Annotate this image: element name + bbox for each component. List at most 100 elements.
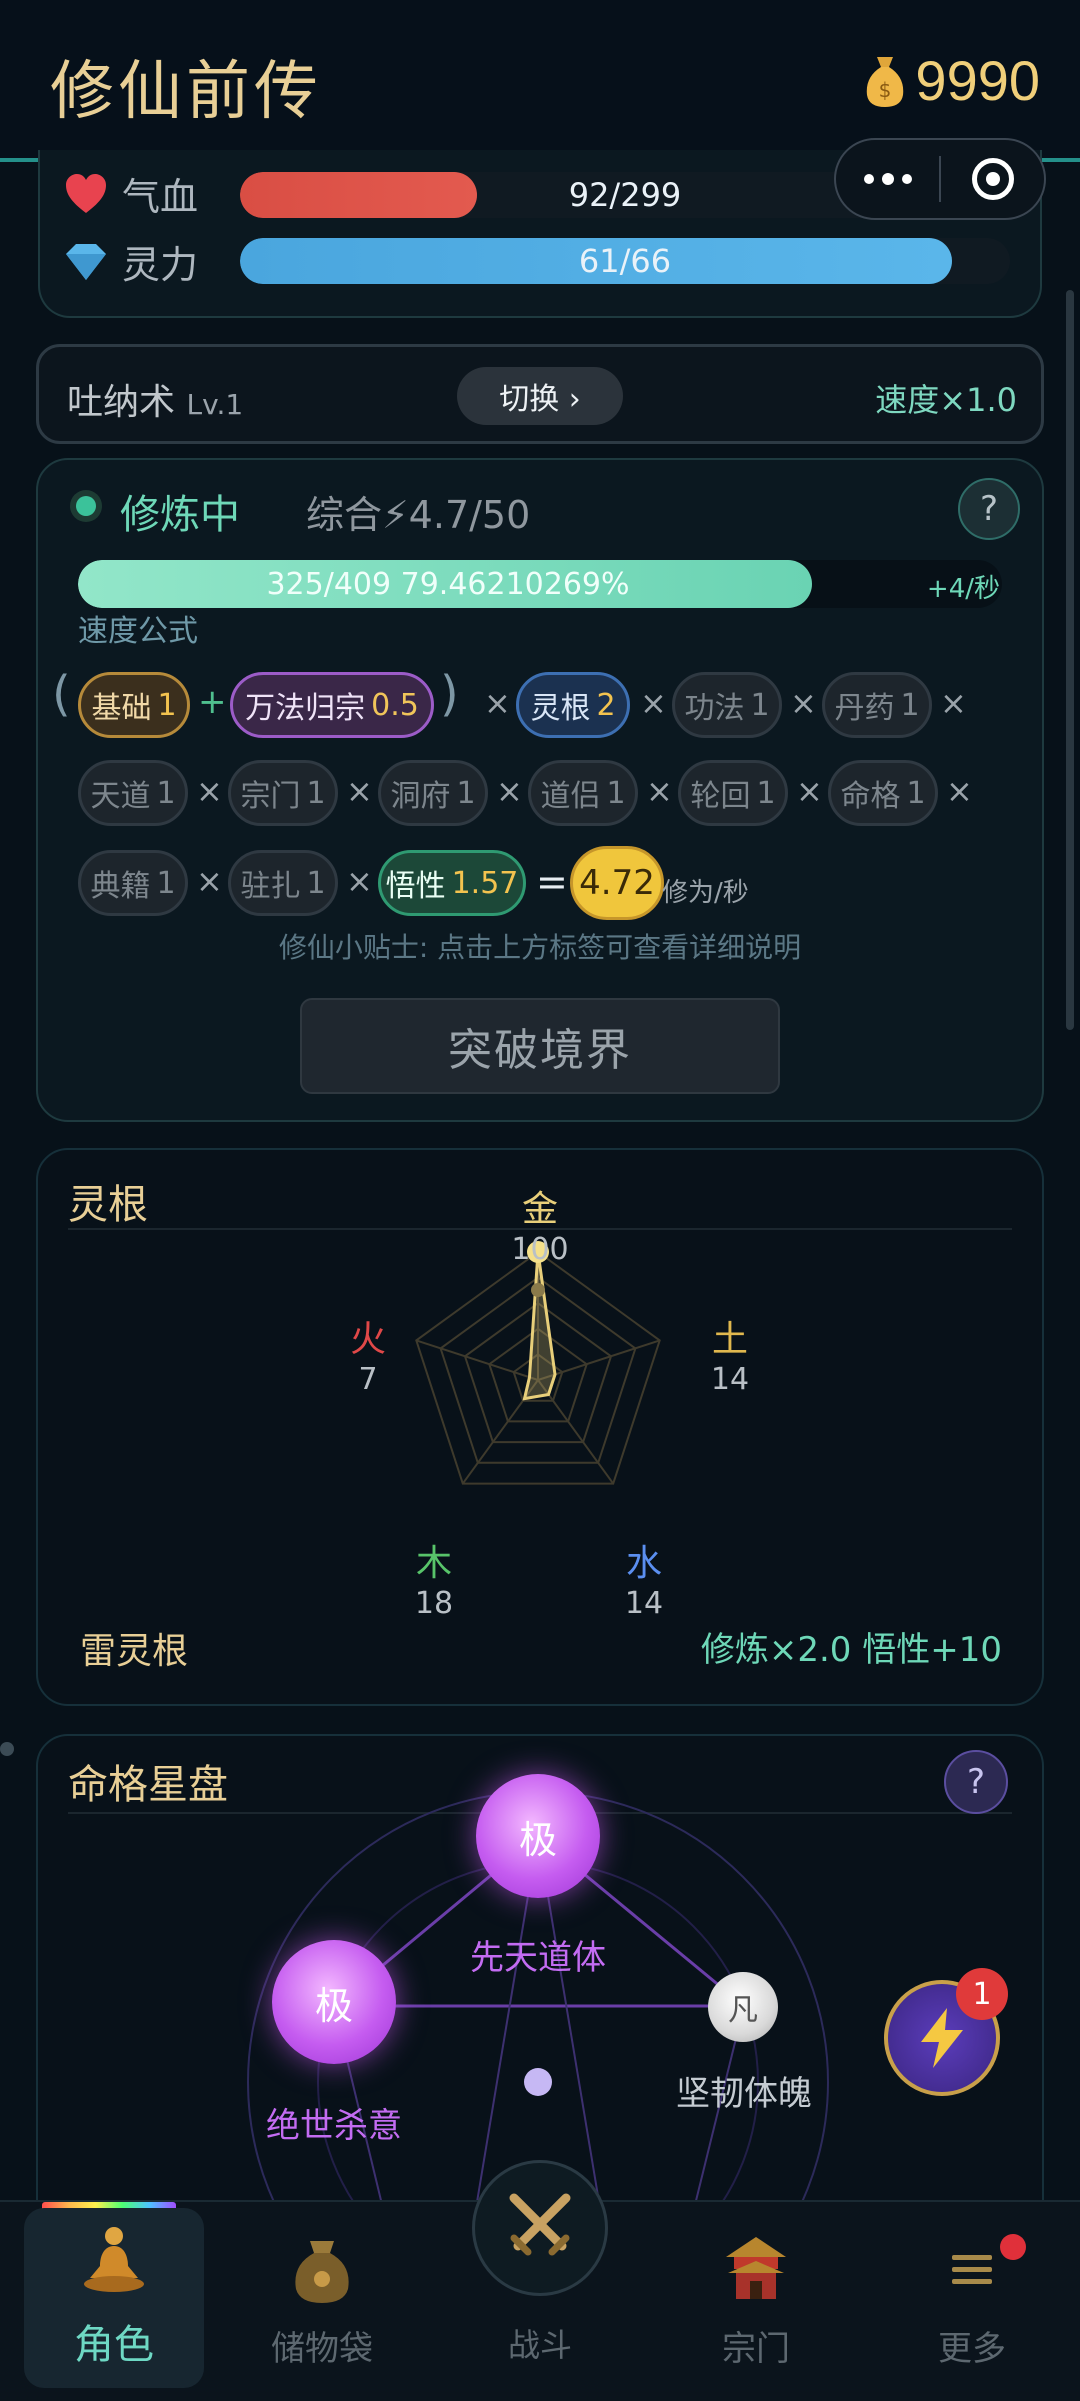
spirit-root-bonus: 修炼×2.0 悟性+10: [700, 1630, 1002, 1670]
meditation-icon: [84, 2227, 144, 2292]
coin-value: 9990: [915, 49, 1040, 112]
star-node-left[interactable]: 极: [272, 1940, 396, 2064]
coin-display: $ 9990: [861, 48, 1040, 113]
hp-row: 气血: [64, 166, 222, 221]
notification-badge: 1: [956, 1968, 1008, 2020]
cultivation-help-button[interactable]: ?: [958, 478, 1020, 540]
times-sign: ×: [484, 684, 511, 722]
times-sign: ×: [640, 684, 667, 722]
heart-icon: [66, 173, 106, 213]
plus-sign: +: [198, 682, 227, 722]
times-sign: ×: [496, 772, 523, 810]
element-fire: 火 7: [349, 1319, 386, 1397]
svg-text:$: $: [879, 78, 892, 102]
lightning-icon: [921, 2008, 963, 2068]
equals-sign: =: [536, 860, 568, 904]
tab-role[interactable]: 角色: [24, 2208, 204, 2388]
hp-label: 气血: [122, 175, 199, 219]
dot-icon: [901, 174, 912, 184]
times-sign: ×: [796, 772, 823, 810]
tab-bag[interactable]: 储物袋: [232, 2208, 412, 2388]
spirit-root-card: 灵根 金 100 土 14 水 14 木 18 火 7 雷灵根 修炼×2.0 悟…: [36, 1148, 1044, 1706]
tab-battle[interactable]: [472, 2160, 608, 2296]
tip-text: 修仙小贴士: 点击上方标签可查看详细说明: [278, 931, 802, 964]
technique-name: 吐纳术 Lv.1: [67, 373, 243, 425]
chip-dongfu[interactable]: 洞府 1: [378, 760, 488, 826]
mana-bar: 61/66: [240, 238, 1010, 284]
times-sign: ×: [346, 772, 373, 810]
times-sign: ×: [790, 684, 817, 722]
radar-value-shape: [522, 1251, 557, 1401]
pagoda-icon: [726, 2237, 786, 2299]
technique-card: 吐纳术 Lv.1 切换 › 速度×1.0: [36, 344, 1044, 444]
chip-danyao[interactable]: 丹药 1: [822, 672, 932, 738]
chip-tiandao[interactable]: 天道 1: [78, 760, 188, 826]
star-node-left-label: 绝世杀意: [266, 2106, 402, 2146]
tab-more-label: 更多: [938, 2329, 1006, 2369]
tab-bag-label: 储物袋: [271, 2329, 373, 2369]
element-metal: 金 100: [511, 1189, 569, 1267]
spirit-root-type: 雷灵根: [80, 1631, 189, 1672]
chip-zhuzha[interactable]: 驻扎 1: [228, 850, 338, 916]
element-earth: 土 14: [710, 1319, 750, 1397]
star-node-right[interactable]: 凡: [708, 1972, 778, 2042]
more-options-button[interactable]: [836, 138, 939, 220]
chip-zongmen[interactable]: 宗门 1: [228, 760, 338, 826]
scrollbar-thumb[interactable]: [1066, 290, 1074, 1030]
times-sign: ×: [346, 862, 373, 900]
close-paren: ): [440, 666, 459, 722]
overall-score: 综合⚡4.7/50: [306, 493, 531, 537]
speed-unit: 修为/秒: [662, 878, 749, 908]
target-icon: [971, 158, 1014, 200]
times-sign: ×: [646, 772, 673, 810]
star-node-top-label: 先天道体: [470, 1938, 606, 1978]
chip-wuxing[interactable]: 悟性 1.57: [378, 850, 526, 916]
cultivation-progress-text: 325/409 79.46210269%: [266, 566, 630, 602]
star-node-right-label: 坚韧体魄: [676, 2074, 812, 2114]
chip-wanfa[interactable]: 万法归宗 0.5: [230, 672, 434, 738]
breakthrough-button[interactable]: 突破境界: [300, 998, 780, 1094]
chip-dianji[interactable]: 典籍 1: [78, 850, 188, 916]
dot-icon: [881, 173, 894, 185]
tab-battle-label: 战斗: [507, 2326, 572, 2364]
chip-lunhui[interactable]: 轮回 1: [678, 760, 788, 826]
money-bag-icon: $: [867, 56, 904, 107]
cultivation-rate: +4/秒: [926, 574, 1000, 604]
open-paren: (: [52, 666, 71, 722]
cultivation-card: 修炼中 综合⚡4.7/50 ? 325/409 79.46210269% +4/…: [36, 458, 1044, 1122]
diamond-icon: [66, 243, 106, 280]
technique-speed: 速度×1.0: [875, 381, 1017, 419]
switch-technique-button[interactable]: 切换 ›: [457, 367, 623, 425]
tab-role-label: 角色: [74, 2322, 154, 2368]
element-wood: 木 18: [414, 1543, 454, 1621]
times-sign: ×: [196, 862, 223, 900]
chip-basic[interactable]: 基础 1: [78, 672, 190, 738]
element-water: 水 14: [624, 1543, 664, 1621]
more-notification-dot: [1000, 2234, 1026, 2260]
chip-gongfa[interactable]: 功法 1: [672, 672, 782, 738]
dot-icon: [863, 174, 874, 184]
close-miniprogram-button[interactable]: [941, 138, 1044, 220]
chip-mingge[interactable]: 命格 1: [828, 760, 938, 826]
tab-sect-label: 宗门: [722, 2329, 790, 2369]
times-sign: ×: [940, 684, 967, 722]
speed-result[interactable]: 4.72: [570, 846, 664, 920]
times-sign: ×: [946, 772, 973, 810]
status-indicator: [70, 490, 102, 522]
tab-sect[interactable]: 宗门: [666, 2208, 846, 2388]
technique-title: 吐纳术: [67, 382, 176, 423]
mana-value: 61/66: [578, 242, 672, 280]
cultivation-status: 修炼中: [120, 492, 240, 538]
formula-label: 速度公式: [78, 614, 198, 649]
bag-icon: [295, 2241, 349, 2303]
star-node-top[interactable]: 极: [476, 1774, 600, 1898]
app-title: 修仙前传: [50, 55, 322, 129]
radar-marker: [531, 1283, 545, 1297]
spirit-root-title: 灵根: [68, 1182, 148, 1228]
chip-lingen[interactable]: 灵根 2: [516, 672, 630, 738]
chip-daolv[interactable]: 道侣 1: [528, 760, 638, 826]
tab-more[interactable]: 更多: [882, 2208, 1062, 2388]
menu-icon: [952, 2255, 992, 2284]
side-indicator: [0, 1742, 14, 1756]
mana-row: 灵力: [64, 234, 222, 289]
